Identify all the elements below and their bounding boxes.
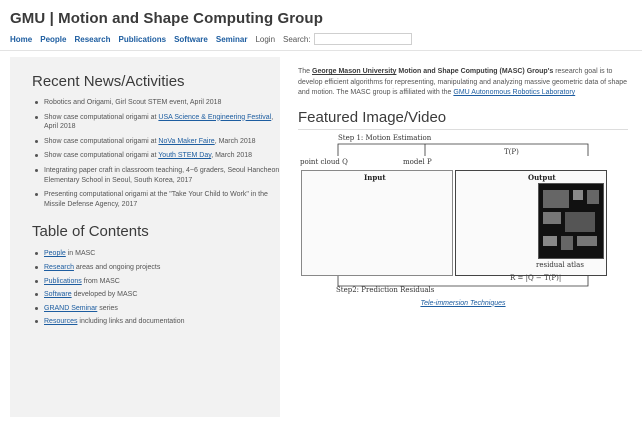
toc-item: People in MASC [35, 249, 280, 259]
transform-label: T(P) [504, 147, 519, 156]
step2-label: Step2: Prediction Residuals [336, 285, 435, 294]
output-label: Output [528, 172, 556, 182]
nav-home[interactable]: Home [10, 35, 32, 44]
news-title: Recent News/Activities [32, 73, 185, 90]
featured-caption: Tele-immersion Techniques [298, 300, 628, 307]
tele-immersion-link[interactable]: Tele-immersion Techniques [420, 300, 505, 307]
toc-item: Software developed by MASC [35, 290, 280, 300]
model-label: model P [403, 157, 432, 166]
robotics-lab-link[interactable]: GMU Autonomous Robotics Laboratory [453, 89, 575, 96]
main-content: The George Mason University Motion and S… [298, 57, 628, 417]
site-title: GMU | Motion and Shape Computing Group [10, 10, 323, 27]
toc-link-software[interactable]: Software [44, 291, 72, 298]
news-item: Integrating paper craft in classroom tea… [35, 166, 280, 184]
news-item: Show case computational origami at Youth… [35, 151, 280, 161]
site-header: GMU | Motion and Shape Computing Group H… [0, 0, 642, 51]
nav-seminar[interactable]: Seminar [216, 35, 248, 44]
main-nav: Home People Research Publications Softwa… [10, 32, 632, 46]
input-panel: Input [301, 169, 453, 276]
point-cloud-label: point cloud Q [300, 157, 348, 166]
toc-item: GRAND Seminar series [35, 304, 280, 314]
intro-paragraph: The George Mason University Motion and S… [298, 68, 628, 96]
news-item: Presenting computational origami at the … [35, 190, 280, 209]
nav-publications[interactable]: Publications [119, 35, 167, 44]
toc-link-resources[interactable]: Resources [44, 318, 77, 325]
news-item: Show case computational origami at NoVa … [35, 137, 280, 147]
step1-label: Step 1: Motion Estimation [338, 133, 432, 142]
nav-people[interactable]: People [40, 35, 66, 44]
left-sidebar: Recent News/Activities Robotics and Orig… [10, 57, 280, 417]
toc-link-publications[interactable]: Publications [44, 278, 82, 285]
toc-link-grand-seminar[interactable]: GRAND Seminar [44, 305, 97, 312]
featured-title: Featured Image/Video [298, 109, 628, 130]
news-list: Robotics and Origami, Girl Scout STEM ev… [32, 98, 280, 209]
input-label: Input [364, 172, 386, 182]
nav-software[interactable]: Software [174, 35, 208, 44]
toc-item: Resources including links and documentat… [35, 317, 280, 327]
nav-research[interactable]: Research [74, 35, 110, 44]
residual-atlas-label: residual atlas [536, 260, 584, 269]
search-label: Search: [283, 34, 311, 44]
toc-link-research[interactable]: Research [44, 264, 74, 271]
search-input[interactable] [313, 33, 412, 45]
output-panel: Output residual atlas [455, 169, 607, 276]
news-item: Robotics and Origami, Girl Scout STEM ev… [35, 98, 280, 108]
news-link-usa-science[interactable]: USA Science & Engineering Festival [158, 114, 271, 121]
news-link-youth-stem[interactable]: Youth STEM Day [158, 152, 211, 159]
nav-login[interactable]: Login [255, 35, 275, 44]
group-name: Motion and Shape Computing (MASC) Group'… [396, 68, 554, 75]
toc-link-people[interactable]: People [44, 250, 66, 257]
equation-label: R = |Q − T(P)| [510, 273, 562, 282]
toc-item: Research areas and ongoing projects [35, 263, 280, 273]
news-link-nova-maker[interactable]: NoVa Maker Faire [158, 138, 214, 145]
toc-title: Table of Contents [32, 223, 149, 241]
toc-item: Publications from MASC [35, 277, 280, 287]
residual-atlas-image [538, 182, 604, 259]
toc-list: People in MASC Research areas and ongoin… [32, 249, 280, 327]
news-item: Show case computational origami at USA S… [35, 113, 280, 132]
gmu-link[interactable]: George Mason University [312, 68, 396, 75]
featured-image[interactable]: Input Output residual atlas Step 1: Moti… [298, 134, 614, 294]
